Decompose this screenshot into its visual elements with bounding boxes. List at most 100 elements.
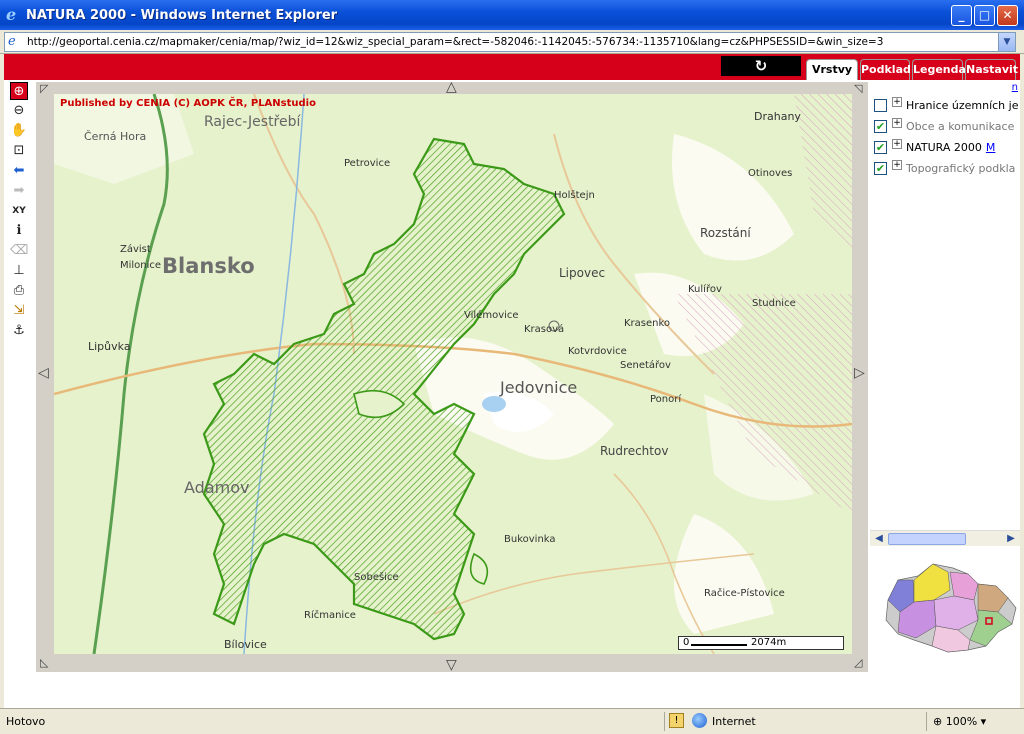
overview-map[interactable] <box>878 550 1020 668</box>
close-button[interactable]: ✕ <box>997 5 1018 26</box>
map-label-kulirov: Kulířov <box>688 284 722 295</box>
forward-arrow-icon[interactable]: ➡ <box>10 182 28 200</box>
layer-label-natura: NATURA 2000 M <box>906 141 995 154</box>
address-dropdown-button[interactable]: ▼ <box>998 33 1015 51</box>
map-label-rajec: Rajec-Jestřebí <box>204 114 301 130</box>
pan-east-arrow-icon[interactable]: ▷ <box>854 366 865 380</box>
security-warning-icon[interactable]: ! <box>669 713 684 728</box>
anchor-icon[interactable]: ⚓ <box>10 322 28 340</box>
status-divider <box>926 712 927 731</box>
security-zone: Internet <box>712 715 756 728</box>
layer-checkbox-topograficky[interactable]: ✔ <box>874 162 887 175</box>
layer-item-obce[interactable]: ✔ + Obce a komunikace <box>874 117 1020 135</box>
info-icon[interactable]: ℹ <box>10 222 28 240</box>
zoom-level[interactable]: ⊕ 100% ▾ <box>933 715 986 728</box>
map-label-holstejn: Holštejn <box>554 190 595 201</box>
layer-checkbox-obce[interactable]: ✔ <box>874 120 887 133</box>
layer-label: Obce a komunikace <box>906 120 1015 133</box>
status-divider <box>664 712 665 731</box>
map-label-senetarov: Senetářov <box>620 360 671 371</box>
back-arrow-icon[interactable]: ⬅ <box>10 162 28 180</box>
browser-window: e NATURA 2000 - Windows Internet Explore… <box>0 0 1024 734</box>
pan-west-arrow-icon[interactable]: ◁ <box>38 366 49 380</box>
zoom-in-icon[interactable]: ⊕ <box>10 82 28 100</box>
maximize-button[interactable]: □ <box>974 5 995 26</box>
map-label-adamov: Adamov <box>184 478 250 497</box>
status-bar: Hotovo ! Internet ⊕ 100% ▾ <box>0 708 1024 734</box>
map-copyright: Published by CENIA (C) AOPK ČR, PLANstud… <box>60 98 316 109</box>
layer-metadata-link[interactable]: M <box>986 141 996 154</box>
layers-top-link[interactable]: n <box>1012 82 1018 93</box>
export-icon[interactable]: ⇲ <box>10 302 28 320</box>
layers-horizontal-scrollbar[interactable]: ◀ ▶ <box>870 530 1020 546</box>
title-bar: e NATURA 2000 - Windows Internet Explore… <box>0 0 1024 30</box>
eraser-icon[interactable]: ⌫ <box>10 242 28 260</box>
map-label-lipuvka: Lipůvka <box>88 340 131 353</box>
expand-icon[interactable]: + <box>892 118 902 128</box>
xy-coordinates-icon[interactable]: XY <box>10 202 28 220</box>
window-title: NATURA 2000 - Windows Internet Explorer <box>26 8 338 23</box>
pan-southwest-arrow-icon[interactable]: ◺ <box>40 656 48 670</box>
pan-southeast-arrow-icon[interactable]: ◿ <box>854 656 862 670</box>
pan-north-arrow-icon[interactable]: △ <box>446 80 457 94</box>
full-extent-icon[interactable]: ⊡ <box>10 142 28 160</box>
map-frame: △ ▽ ◁ ▷ ◸ ◹ ◺ ◿ Published by CENIA (C) A… <box>36 80 868 672</box>
map-label-kotvrdovice: Kotvrdovice <box>568 346 627 357</box>
scroll-thumb[interactable] <box>888 533 966 545</box>
layers-panel: n + Hranice územních je ✔ + Obce a komun… <box>870 82 1020 546</box>
tab-legenda[interactable]: Legenda <box>912 59 966 80</box>
overview-map-graphics <box>885 563 1017 653</box>
scale-distance-label: 2074m <box>751 637 787 648</box>
layer-checkbox-natura[interactable]: ✔ <box>874 141 887 154</box>
map-label-krasenko: Krasenko <box>624 318 671 329</box>
measure-icon[interactable]: ⊥ <box>10 262 28 280</box>
expand-icon[interactable]: + <box>892 97 902 107</box>
print-icon[interactable]: ⎙ <box>10 282 28 300</box>
expand-icon[interactable]: + <box>892 160 902 170</box>
scroll-right-icon[interactable]: ▶ <box>1004 532 1018 546</box>
internet-zone-icon <box>692 713 707 728</box>
zoom-value: 100% <box>945 715 978 728</box>
map-label-otinoves: Otinoves <box>748 168 793 179</box>
map-label-zavist: Závist <box>120 244 151 255</box>
map-label-sobesice: Sobešice <box>354 572 399 583</box>
scroll-left-icon[interactable]: ◀ <box>872 532 886 546</box>
tab-nastavit[interactable]: Nastavit <box>965 59 1018 80</box>
address-input[interactable]: e http://geoportal.cenia.cz/mapmaker/cen… <box>4 32 1016 52</box>
zoom-icon: ⊕ <box>933 715 946 728</box>
minimize-button[interactable]: _ <box>951 5 972 26</box>
layer-item-topograficky[interactable]: ✔ + Topografický podkla <box>874 159 1020 177</box>
scale-bar: 0 2074m <box>678 636 844 650</box>
layer-label: Hranice územních je <box>906 99 1019 112</box>
layer-checkbox-hranice[interactable] <box>874 99 887 112</box>
layer-label: Topografický podkla <box>906 162 1016 175</box>
expand-icon[interactable]: + <box>892 139 902 149</box>
map-graphics <box>54 94 852 654</box>
map-label-studnice: Studnice <box>752 298 796 309</box>
map-label-drahany: Drahany <box>754 110 801 123</box>
tab-vrstvy[interactable]: Vrstvy <box>806 59 858 80</box>
map-label-lipovec: Lipovec <box>559 266 606 280</box>
map-label-ricmanice: Ríčmanice <box>304 610 356 621</box>
zoom-out-icon[interactable]: ⊖ <box>10 102 28 120</box>
map-label-krasova: Krasová <box>524 324 565 335</box>
pan-hand-icon[interactable]: ✋ <box>10 122 28 140</box>
layer-item-natura[interactable]: ✔ + NATURA 2000 M <box>874 138 1020 156</box>
refresh-button[interactable]: ↻ <box>721 56 801 76</box>
map-label-rozstani: Rozstání <box>700 226 751 240</box>
pan-northwest-arrow-icon[interactable]: ◸ <box>40 82 48 96</box>
map-label-vilemovice: Vilémovice <box>464 310 519 321</box>
address-url: http://geoportal.cenia.cz/mapmaker/cenia… <box>27 36 884 48</box>
layer-label: NATURA 2000 <box>906 141 982 154</box>
map-label-rudrechtov: Rudrechtov <box>600 444 669 458</box>
layer-item-hranice[interactable]: + Hranice územních je <box>874 96 1020 114</box>
address-bar: e http://geoportal.cenia.cz/mapmaker/cen… <box>0 30 1024 54</box>
tab-podklad[interactable]: Podklad <box>860 59 911 80</box>
pan-northeast-arrow-icon[interactable]: ◹ <box>854 82 862 96</box>
pan-south-arrow-icon[interactable]: ▽ <box>446 658 457 672</box>
map-canvas[interactable]: Published by CENIA (C) AOPK ČR, PLANstud… <box>54 94 852 654</box>
scale-zero-label: 0 <box>683 637 690 648</box>
header-bar: ↻ Vrstvy Podklad Legenda Nastavit <box>4 54 1020 80</box>
zoom-dropdown-icon[interactable]: ▾ <box>977 715 987 728</box>
map-label-ponori: Ponorí <box>650 394 682 405</box>
